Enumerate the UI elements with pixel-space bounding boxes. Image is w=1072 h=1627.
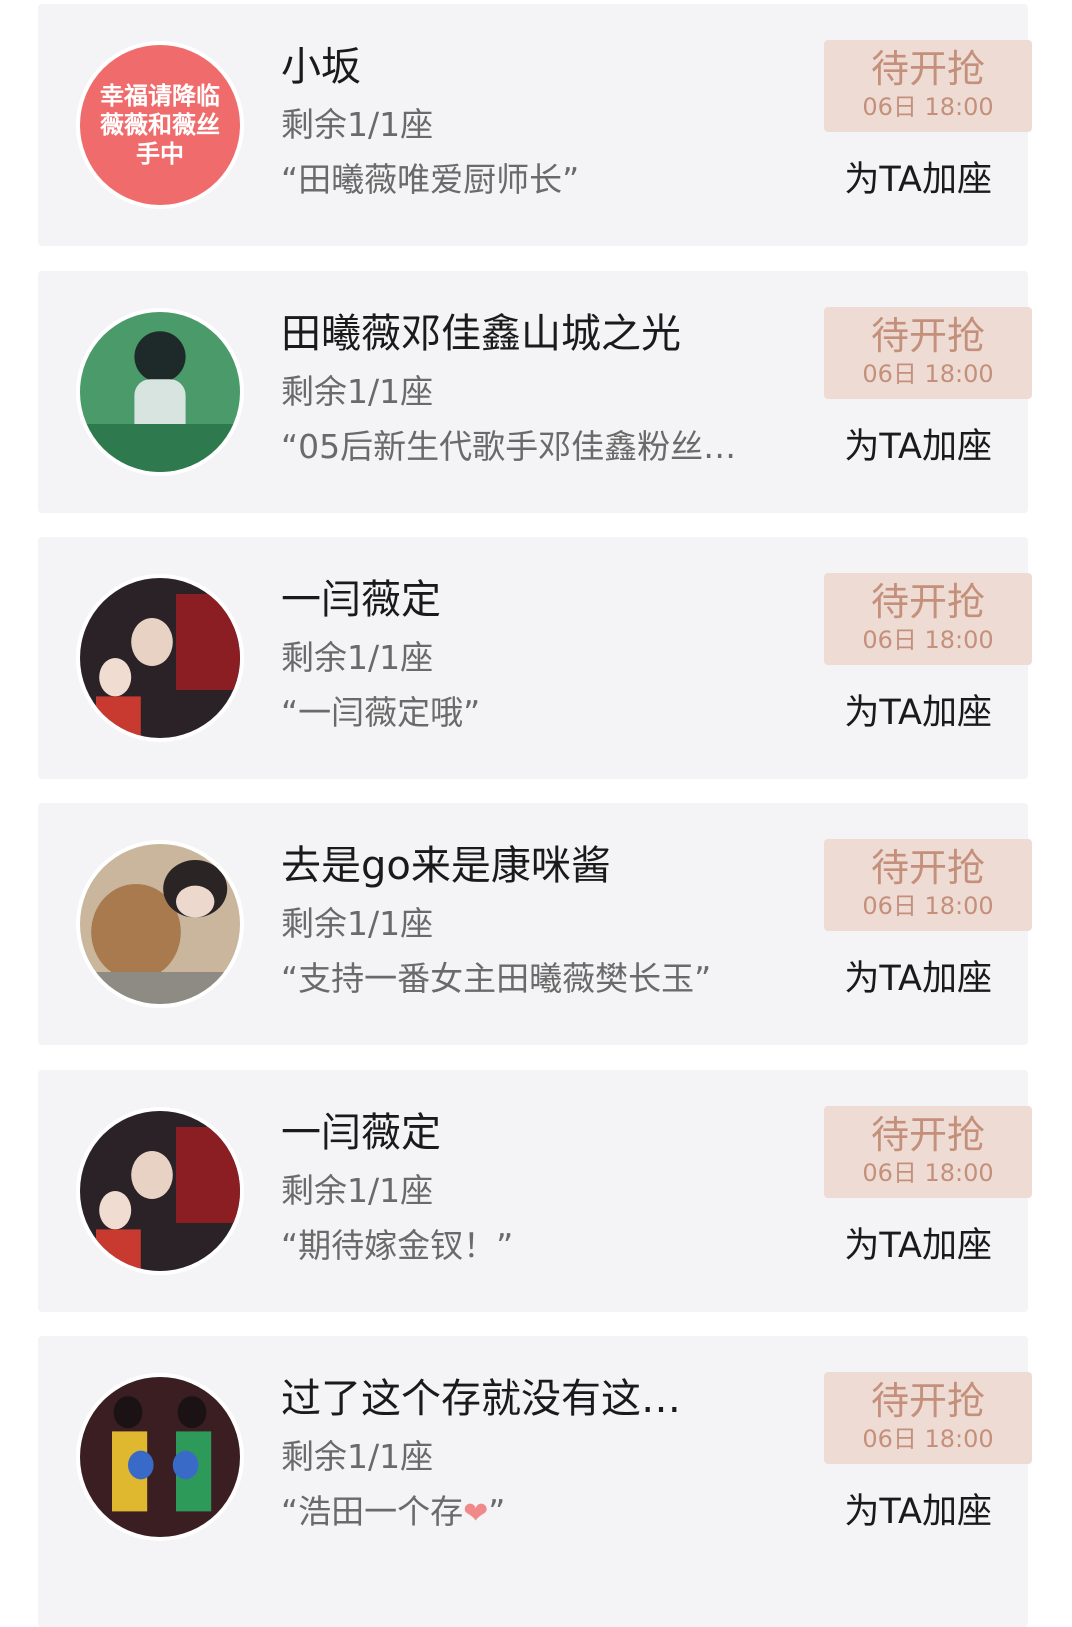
grab-status-label: 待开抢 xyxy=(870,1113,985,1157)
grab-status-button[interactable]: 待开抢 06日 18:00 xyxy=(824,839,1032,931)
list-item[interactable]: 一闫薇定 剩余1/1座 “一闫薇定哦” 待开抢 06日 18:00 为TA加座 xyxy=(38,537,1032,779)
grab-status-label: 待开抢 xyxy=(870,846,985,890)
grab-status-label: 待开抢 xyxy=(870,314,985,358)
grab-status-button[interactable]: 待开抢 06日 18:00 xyxy=(824,1106,1032,1198)
add-seat-button[interactable]: 为TA加座 xyxy=(844,159,992,201)
item-quote: “支持一番女主田曦薇樊长玉” xyxy=(281,959,712,998)
list-item[interactable]: 幸福请降临薇薇和薇丝手中 小坂 剩余1/1座 “田曦薇唯爱厨师长” 待开抢 06… xyxy=(38,4,1032,246)
fan-seat-list: 幸福请降临薇薇和薇丝手中 小坂 剩余1/1座 “田曦薇唯爱厨师长” 待开抢 06… xyxy=(0,0,1072,1627)
item-quote: “田曦薇唯爱厨师长” xyxy=(281,160,580,199)
grab-time: 06日 18:00 xyxy=(862,626,994,654)
grab-time: 06日 18:00 xyxy=(862,1425,994,1453)
item-name: 一闫薇定 xyxy=(281,577,441,623)
seats-remaining: 剩余1/1座 xyxy=(281,105,434,144)
avatar-image xyxy=(80,578,240,738)
avatar-image xyxy=(80,1377,240,1537)
item-name: 过了这个存就没有这… xyxy=(281,1376,681,1422)
add-seat-button[interactable]: 为TA加座 xyxy=(844,1225,992,1267)
quote-end: ” xyxy=(488,1492,506,1531)
add-seat-button[interactable]: 为TA加座 xyxy=(844,1491,992,1533)
avatar[interactable] xyxy=(76,840,244,1008)
avatar[interactable] xyxy=(76,1107,244,1275)
seats-remaining: 剩余1/1座 xyxy=(281,1171,434,1210)
avatar[interactable] xyxy=(76,308,244,476)
avatar-image xyxy=(80,1111,240,1271)
list-item[interactable]: 过了这个存就没有这… 剩余1/1座 “浩田一个存❤” 待开抢 06日 18:00… xyxy=(38,1336,1032,1627)
add-seat-button[interactable]: 为TA加座 xyxy=(844,426,992,468)
grab-status-label: 待开抢 xyxy=(870,580,985,624)
seats-remaining: 剩余1/1座 xyxy=(281,638,434,677)
quote-text: “浩田一个存 xyxy=(281,1492,464,1531)
item-quote: “浩田一个存❤” xyxy=(281,1491,761,1535)
avatar-image xyxy=(80,844,240,1004)
list-item[interactable]: 去是go来是康咪酱 剩余1/1座 “支持一番女主田曦薇樊长玉” 待开抢 06日 … xyxy=(38,803,1032,1045)
add-seat-button[interactable]: 为TA加座 xyxy=(844,958,992,1000)
avatar[interactable] xyxy=(76,1373,244,1541)
avatar-caption: 幸福请降临薇薇和薇丝手中 xyxy=(100,81,220,168)
item-name: 去是go来是康咪酱 xyxy=(281,843,611,889)
item-name: 小坂 xyxy=(281,44,361,90)
item-quote: “一闫薇定哦” xyxy=(281,693,481,732)
seats-remaining: 剩余1/1座 xyxy=(281,904,434,943)
grab-status-button[interactable]: 待开抢 06日 18:00 xyxy=(824,1372,1032,1464)
item-name: 一闫薇定 xyxy=(281,1110,441,1156)
avatar-image xyxy=(80,312,240,472)
grab-status-button[interactable]: 待开抢 06日 18:00 xyxy=(824,40,1032,132)
avatar[interactable] xyxy=(76,574,244,742)
item-name: 田曦薇邓佳鑫山城之光 xyxy=(281,311,681,357)
heart-icon: ❤ xyxy=(463,1496,489,1531)
seats-remaining: 剩余1/1座 xyxy=(281,1437,434,1476)
list-item[interactable]: 田曦薇邓佳鑫山城之光 剩余1/1座 “05后新生代歌手邓佳鑫粉丝祝… 待开抢 0… xyxy=(38,271,1032,513)
grab-status-button[interactable]: 待开抢 06日 18:00 xyxy=(824,307,1032,399)
grab-time: 06日 18:00 xyxy=(862,93,994,121)
add-seat-button[interactable]: 为TA加座 xyxy=(844,692,992,734)
grab-time: 06日 18:00 xyxy=(862,892,994,920)
grab-status-button[interactable]: 待开抢 06日 18:00 xyxy=(824,573,1032,665)
list-item[interactable]: 一闫薇定 剩余1/1座 “期待嫁金钗！” 待开抢 06日 18:00 为TA加座 xyxy=(38,1070,1032,1312)
item-quote: “05后新生代歌手邓佳鑫粉丝祝… xyxy=(281,427,761,466)
item-quote: “期待嫁金钗！” xyxy=(281,1226,514,1265)
grab-time: 06日 18:00 xyxy=(862,1159,994,1187)
grab-status-label: 待开抢 xyxy=(870,47,985,91)
seats-remaining: 剩余1/1座 xyxy=(281,372,434,411)
grab-time: 06日 18:00 xyxy=(862,360,994,388)
avatar[interactable]: 幸福请降临薇薇和薇丝手中 xyxy=(76,41,244,209)
grab-status-label: 待开抢 xyxy=(870,1379,985,1423)
